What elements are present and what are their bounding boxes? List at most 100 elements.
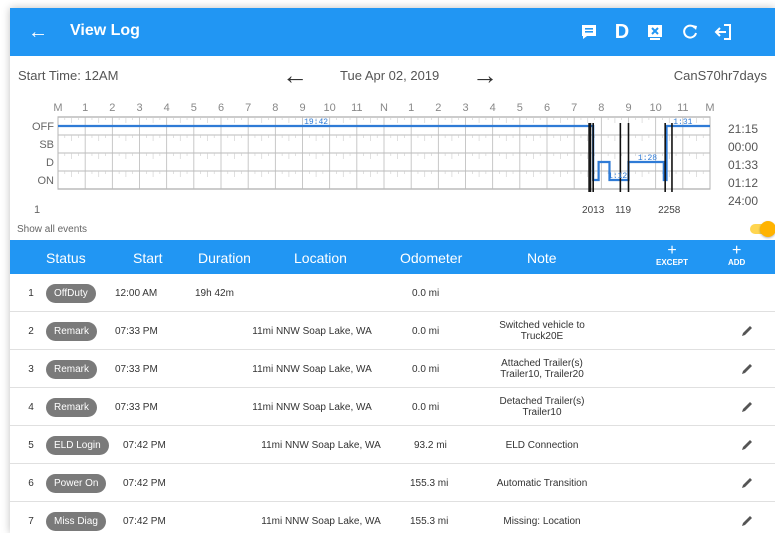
hour-label: M [705,102,714,114]
hour-label: 1 [408,102,414,114]
status-badge: Remark [46,360,98,379]
status-label: SB [39,139,54,151]
header-location: Location [294,250,347,266]
row-odometer: 93.2 mi [414,439,447,451]
events-table-header: Status Start Duration Location Odometer … [10,240,775,274]
row-number: 5 [28,439,34,451]
hour-label: 7 [571,102,577,114]
row-odometer: 155.3 mi [410,477,449,489]
page-title: View Log [70,22,140,39]
row-start: 07:42 PM [123,477,166,489]
d-button[interactable]: D [608,18,636,46]
log-date: Tue Apr 02, 2019 [340,68,440,83]
total-sb: 00:00 [728,140,759,154]
hour-label: 1 [82,102,88,114]
row-start: 07:33 PM [115,401,158,413]
next-day-icon[interactable]: → [472,60,498,90]
hour-label: 8 [598,102,604,114]
status-badge: Remark [46,322,98,341]
duration-label: 1:12 [608,172,627,181]
duration-label: 1:28 [638,154,657,163]
logout-icon[interactable] [710,18,738,46]
previous-day-icon[interactable]: ← [282,60,308,90]
total-hours: 24:00 [728,194,759,208]
row-odometer: 0.0 mi [412,325,440,337]
status-badge: ELD Login [46,436,109,455]
table-row[interactable]: 7 Miss Diag 07:42 PM 11mi NNW Soap Lake,… [10,502,775,533]
pencil-icon[interactable] [738,464,756,502]
row-note [472,274,612,312]
header-odometer: Odometer [400,250,463,266]
row-note: ELD Connection [505,439,579,451]
row-odometer: 0.0 mi [412,287,440,299]
row-number: 4 [28,401,34,413]
table-row[interactable]: 2 Remark 07:33 PM 11mi NNW Soap Lake, WA… [10,312,775,350]
header-status: Status [46,250,86,266]
hour-label: N [380,102,388,114]
show-all-events-toggle[interactable] [750,221,775,237]
hour-label: 3 [136,102,142,114]
status-label: OFF [32,121,54,133]
hour-label: 6 [218,102,224,114]
row-number: 3 [28,363,34,375]
table-row[interactable]: 4 Remark 07:33 PM 11mi NNW Soap Lake, WA… [10,388,775,426]
row-start: 07:33 PM [115,325,158,337]
hour-label: 11 [677,102,688,114]
table-row[interactable]: 1 OffDuty 12:00 AM 19h 42m 0.0 mi [10,274,775,312]
app-window: ← View Log D Start Time: 12AM ← Tue Apr … [10,8,775,533]
table-row[interactable]: 5 ELD Login 07:42 PM 11mi NNW Soap Lake,… [10,426,775,464]
comment-icon[interactable] [575,18,603,46]
row-number: 1 [28,287,34,299]
back-arrow-icon[interactable]: ← [28,20,48,44]
hour-label: 6 [544,102,550,114]
hour-label: M [53,102,62,114]
status-badge: Power On [46,474,107,493]
row-note: Switched vehicle to Truck20E [499,320,585,342]
row-odometer: 0.0 mi [412,401,440,413]
row-start: 12:00 AM [115,287,158,299]
except-button[interactable]: + EXCEPT [656,242,688,268]
row-note: Attached Trailer(s) Trailer10, Trailer20 [500,358,584,380]
hour-label: 5 [191,102,197,114]
hour-label: 4 [490,102,496,114]
app-bar: ← View Log D [10,8,775,56]
hour-label: 4 [164,102,170,114]
total-on: 01:12 [728,176,759,190]
table-row[interactable]: 6 Power On 07:42 PM 155.3 mi Automatic T… [10,464,775,502]
pencil-icon[interactable] [738,426,756,464]
pencil-icon[interactable] [738,350,756,388]
status-badge: Remark [46,398,98,417]
toggle-knob [760,221,775,237]
pencil-icon[interactable] [738,502,756,533]
table-row[interactable]: 3 Remark 07:33 PM 11mi NNW Soap Lake, WA… [10,350,775,388]
events-table-body: 1 OffDuty 12:00 AM 19h 42m 0.0 mi 2 Rema… [10,274,775,533]
log-grid-chart: M 1 2 3 4 5 6 7 8 9 10 11 N 1 2 3 4 5 6 7 8 9 10 11 MOFFSBDON119… [32,102,715,216]
refresh-icon[interactable] [676,18,704,46]
header-duration: Duration [198,250,251,266]
row-location: 11mi NNW Soap Lake, WA [252,325,372,337]
duration-label: 19:42 [304,118,328,127]
plus-icon: + [732,242,742,259]
header-start: Start [133,250,163,266]
close-box-icon[interactable] [641,18,669,46]
plus-icon: + [667,242,677,259]
status-label: D [46,157,54,169]
event-label: 2258 [658,205,681,216]
row-odometer: 0.0 mi [412,363,440,375]
show-all-events-label: Show all events [17,224,88,235]
hour-label: 2 [435,102,441,114]
hour-label: 11 [351,102,362,114]
pencil-icon[interactable] [738,312,756,350]
row-location: 11mi NNW Soap Lake, WA [261,439,381,451]
hour-label: 3 [462,102,468,114]
event-label: 2013 [582,205,605,216]
hour-label: 10 [324,102,336,114]
pencil-icon[interactable] [738,388,756,426]
start-time-label: Start Time: 12AM [18,68,119,83]
hour-label: 8 [272,102,278,114]
row-number: 6 [28,477,34,489]
add-button[interactable]: + ADD [728,242,745,268]
row-location: 11mi NNW Soap Lake, WA [261,515,381,527]
total-off: 21:15 [728,122,759,136]
hour-label: 7 [245,102,251,114]
